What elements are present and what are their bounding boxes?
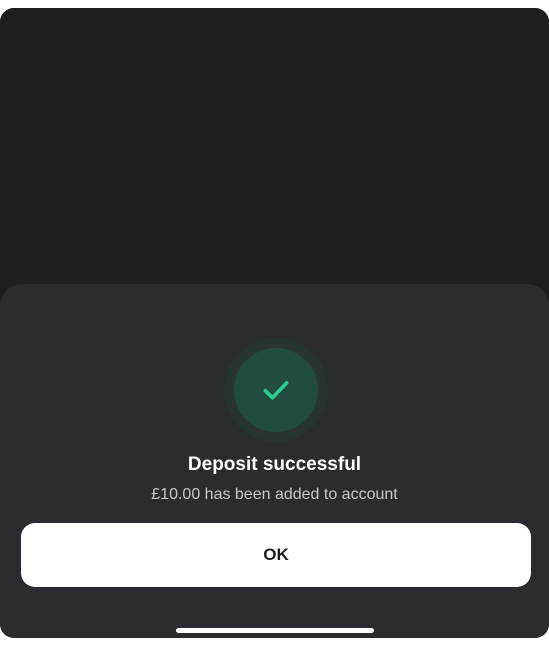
deposit-success-sheet: Deposit successful £10.00 has been added… (0, 284, 549, 638)
success-badge (234, 348, 318, 432)
dialog-title: Deposit successful (187, 454, 362, 475)
home-indicator (176, 628, 374, 633)
phone-screen: Deposit successful £10.00 has been added… (0, 8, 549, 638)
checkmark-icon (263, 381, 289, 400)
dialog-message: £10.00 has been added to account (151, 486, 398, 503)
dimmed-backdrop (0, 8, 549, 298)
ok-button[interactable]: OK (21, 523, 531, 587)
